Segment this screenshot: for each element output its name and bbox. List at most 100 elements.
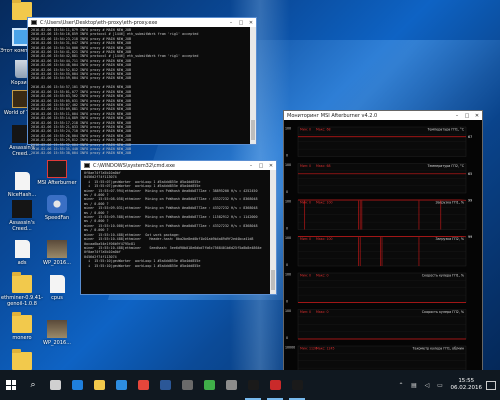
store-icon [115,380,127,390]
desktop-icon-label: MSI Afterburner [37,180,77,186]
desktop-icon-wp-image-1[interactable]: WP_2016... [35,240,79,266]
max-label: Макс: 0 [316,310,329,314]
scroll-thumb[interactable] [251,120,255,140]
console-line: miner 15:55:09.031|ethminer Mining on Po… [84,206,258,211]
current-value: 99 [468,198,472,202]
max-label: Макс: 1245 [316,347,335,351]
desktop-icon-label: WP_2016... [43,260,71,266]
doc-icon [14,240,30,258]
taskbar-cmd-task-2[interactable] [286,370,308,400]
min-label: Мин: 0 [300,164,311,168]
close-button[interactable]: ✕ [266,163,276,169]
desktop-icon-wp-image-2[interactable]: WP_2016... [35,320,79,346]
taskbar-word[interactable] [154,370,176,400]
eth-proxy-output: 2016-02-06 15:54:11,879 INFO proxy # MAI… [28,27,256,157]
eth-proxy-title: C:\Users\User\Desktop\eth-proxy\eth-prox… [40,19,158,26]
img-icon [47,320,67,338]
word-icon [159,380,171,390]
taskbar-file-explorer[interactable] [88,370,110,400]
search-button[interactable]: ⌕ [22,370,44,400]
maximize-button[interactable]: □ [236,20,246,26]
console-icon [31,20,37,25]
calculator-icon [225,380,237,390]
ethminer-output: 0f0ae74f7a5b10a0bf 0456d2f74f113074 i 15:… [81,170,276,269]
folder-icon [12,349,32,370]
taskbar-calculator[interactable] [220,370,242,400]
minimize-button[interactable]: – [226,20,236,26]
desktop-icon-speedfan[interactable]: SpeedFan [35,195,79,221]
cmd-task-2-icon [291,380,303,390]
taskbar-app-green[interactable] [198,370,220,400]
max-label: Макс: 68 [316,128,331,132]
minimize-button[interactable]: – [452,113,462,119]
console-line: i 15:55:10|geuWorker workLoop 1 #5a4dd85… [84,263,201,268]
minimize-button[interactable]: – [246,163,256,169]
axis-bottom-label: 0 [286,336,288,340]
min-label: Мин: 0 [300,237,311,241]
current-value: 65 [468,172,472,176]
axis-top-label: 100 [285,163,291,167]
fan-icon [47,195,67,213]
graph-title: Загрузка ГП2, % [435,237,464,241]
taskbar-media-player[interactable] [176,370,198,400]
ethminer-titlebar[interactable]: C:\WINDOWS\system32\cmd.exe – □ ✕ [81,161,276,170]
system-tray: ⌃ ▤ ◁ ▭ 15:55 06.02.2016 [395,370,500,400]
desktop-icon-cpus[interactable]: cpus [35,275,79,301]
taskbar-chrome[interactable] [132,370,154,400]
max-label: Макс: 68 [316,164,331,168]
media-player-icon [181,380,193,390]
taskbar: ⌕ ⌃ ▤ ◁ ▭ 15:55 06.02.2016 [0,370,500,400]
folder-icon [12,312,32,333]
eth-proxy-titlebar[interactable]: C:\Users\User\Desktop\eth-proxy\eth-prox… [28,18,256,27]
desktop-icon-msi-afterburner[interactable]: MSI Afterburner [35,160,79,186]
console-line: 2016-02-06 15:55:38,004 INFO proxy # MAI… [31,151,132,156]
console-line: miner 15:55:10.000|ethminer Mining on Po… [84,223,258,228]
chevron-up-icon[interactable]: ⌃ [397,381,406,390]
axis-top-label: 100 [285,273,291,277]
graph-title: Температура ГП1, °C [427,128,465,132]
clock-time: 15:55 [458,378,475,384]
language-icon[interactable]: ▭ [436,381,445,390]
axis-top-label: 10000 [285,346,295,350]
taskbar-store[interactable] [110,370,132,400]
max-label: Макс: 100 [316,237,333,241]
desktop-icon-label: Assassin's Creed... [9,220,35,232]
taskbar-msi-task[interactable] [264,370,286,400]
close-button[interactable]: ✕ [472,113,482,119]
axis-top-label: 100 [285,200,291,204]
graph-title: Скорость кулера ГП2, % [422,310,464,314]
msi-task-icon [269,380,281,390]
maximize-button[interactable]: □ [256,163,266,169]
task-view-icon [49,380,61,390]
eth-proxy-scrollbar[interactable] [250,27,256,144]
max-label: Макс: 100 [316,201,333,205]
volume-icon[interactable]: ◁ [423,381,432,390]
edge-icon [71,380,83,390]
console-line: miner 15:55:09.588|ethminer Mining on Po… [84,215,258,220]
ethminer-scrollbar[interactable] [270,170,276,294]
afterburner-titlebar[interactable]: Мониторинг MSI Afterburner v4.2.0 – □ ✕ [284,111,482,120]
close-button[interactable]: ✕ [246,20,256,26]
axis-bottom-label: 0 [286,263,288,267]
clock[interactable]: 15:55 06.02.2016 [451,378,483,392]
doc-icon [49,275,65,293]
taskbar-task-view[interactable] [44,370,66,400]
eth-proxy-window[interactable]: C:\Users\User\Desktop\eth-proxy\eth-prox… [27,17,257,155]
start-button[interactable] [0,370,22,400]
desktop-icon-label: cpus [51,295,63,301]
ethminer-window[interactable]: C:\WINDOWS\system32\cmd.exe – □ ✕ 0f0ae7… [80,160,277,295]
console-icon [84,163,90,168]
current-value: 99 [468,235,472,239]
notifications-icon[interactable] [486,380,496,390]
taskbar-cmd-task[interactable] [242,370,264,400]
scroll-thumb[interactable] [271,270,275,290]
network-icon[interactable]: ▤ [410,381,419,390]
taskbar-edge[interactable] [66,370,88,400]
graph-title: Скорость кулера ГП1, % [422,274,464,278]
min-label: Мин: 0 [300,274,311,278]
afterburner-monitor-window[interactable]: Мониторинг MSI Afterburner v4.2.0 – □ ✕ … [283,110,483,380]
min-label: Мин: 0 [300,310,311,314]
file-explorer-icon [93,380,105,390]
maximize-button[interactable]: □ [462,113,472,119]
afterburner-title: Мониторинг MSI Afterburner v4.2.0 [287,112,378,119]
